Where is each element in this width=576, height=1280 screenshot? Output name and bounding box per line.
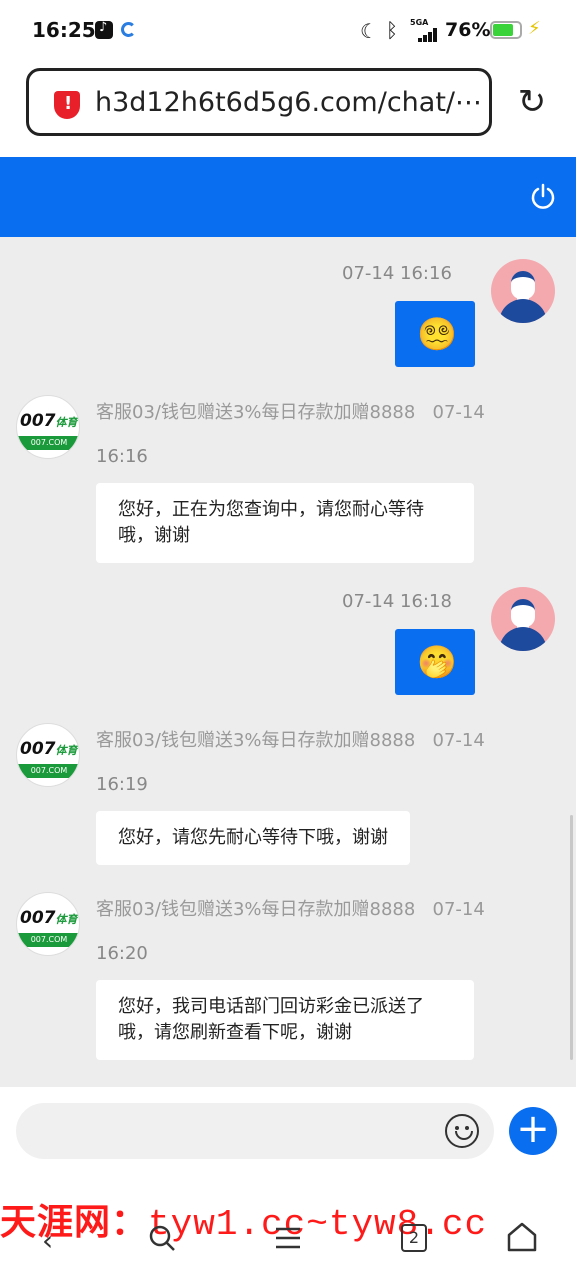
reload-icon[interactable]: ↻ bbox=[512, 82, 552, 122]
back-icon[interactable]: ‹ bbox=[42, 1224, 53, 1257]
message-input[interactable] bbox=[16, 1103, 494, 1159]
chat-header bbox=[0, 157, 576, 237]
emoji-message[interactable]: 😵‍💫 bbox=[395, 301, 475, 367]
browser-app-icon bbox=[121, 22, 136, 37]
message-time: 16:20 bbox=[96, 943, 148, 964]
url-text[interactable]: h3d12h6t6d5g6.com/chat/⋯ bbox=[95, 87, 482, 118]
agent-name: 客服03/钱包赠送3%每日存款加赠8888 07-14 bbox=[96, 730, 485, 751]
charging-icon: ⚡ bbox=[528, 18, 541, 39]
bluetooth-icon: ᛒ bbox=[386, 18, 398, 42]
logo-brand: 007 bbox=[20, 908, 56, 928]
logo-suffix: 体育 bbox=[55, 416, 78, 429]
battery-percent: 76% bbox=[445, 19, 491, 41]
do-not-disturb-icon: ☾ bbox=[360, 19, 378, 43]
emoji-message[interactable]: 🤭 bbox=[395, 629, 475, 695]
status-bar: 16:25 ☾ ᛒ 5GA 76% ⚡ bbox=[0, 0, 576, 62]
address-bar[interactable]: h3d12h6t6d5g6.com/chat/⋯ bbox=[26, 68, 492, 136]
user-avatar bbox=[491, 587, 555, 651]
add-attachment-button[interactable]: + bbox=[509, 1107, 557, 1155]
network-type: 5GA bbox=[410, 18, 429, 27]
agent-message: 您好，我司电话部门回访彩金已派送了哦，请您刷新查看下呢，谢谢 bbox=[96, 980, 474, 1060]
scrollbar[interactable] bbox=[570, 815, 573, 1060]
user-avatar bbox=[491, 259, 555, 323]
agent-name: 客服03/钱包赠送3%每日存款加赠8888 07-14 bbox=[96, 899, 485, 920]
search-icon[interactable] bbox=[148, 1224, 176, 1252]
message-time: 07-14 16:16 bbox=[342, 263, 452, 284]
message-time: 07-14 16:18 bbox=[342, 591, 452, 612]
tiktok-icon bbox=[95, 20, 113, 39]
tabs-button[interactable]: 2 bbox=[401, 1224, 427, 1252]
navigation-bar: ‹ bbox=[0, 1218, 576, 1280]
agent-avatar: 007体育 007.COM bbox=[16, 892, 80, 956]
logo-band: 007.COM bbox=[17, 764, 79, 778]
agent-avatar: 007体育 007.COM bbox=[16, 395, 80, 459]
logo-band: 007.COM bbox=[17, 436, 79, 450]
agent-message: 您好，请您先耐心等待下哦，谢谢 bbox=[96, 811, 410, 865]
security-warning-icon[interactable] bbox=[54, 91, 80, 119]
logo-suffix: 体育 bbox=[55, 744, 78, 757]
status-time: 16:25 bbox=[32, 18, 96, 42]
logo-brand: 007 bbox=[20, 739, 56, 759]
agent-avatar: 007体育 007.COM bbox=[16, 723, 80, 787]
chat-messages[interactable] bbox=[0, 237, 576, 1087]
logo-band: 007.COM bbox=[17, 933, 79, 947]
input-bar bbox=[0, 1087, 576, 1200]
menu-icon[interactable] bbox=[274, 1226, 302, 1250]
message-time: 16:19 bbox=[96, 774, 148, 795]
power-icon[interactable] bbox=[528, 182, 558, 212]
home-icon[interactable] bbox=[506, 1222, 538, 1252]
dizzy-face-emoji: 😵‍💫 bbox=[417, 315, 457, 353]
battery-icon bbox=[490, 21, 522, 39]
agent-name: 客服03/钱包赠送3%每日存款加赠8888 07-14 bbox=[96, 402, 485, 423]
hand-over-mouth-emoji: 🤭 bbox=[417, 643, 457, 681]
logo-brand: 007 bbox=[20, 411, 56, 431]
agent-message: 您好，正在为您查询中，请您耐心等待哦，谢谢 bbox=[96, 483, 474, 563]
emoji-icon[interactable] bbox=[445, 1114, 479, 1148]
signal-icon: 5GA bbox=[410, 18, 442, 42]
logo-suffix: 体育 bbox=[55, 913, 78, 926]
message-time: 16:16 bbox=[96, 446, 148, 467]
